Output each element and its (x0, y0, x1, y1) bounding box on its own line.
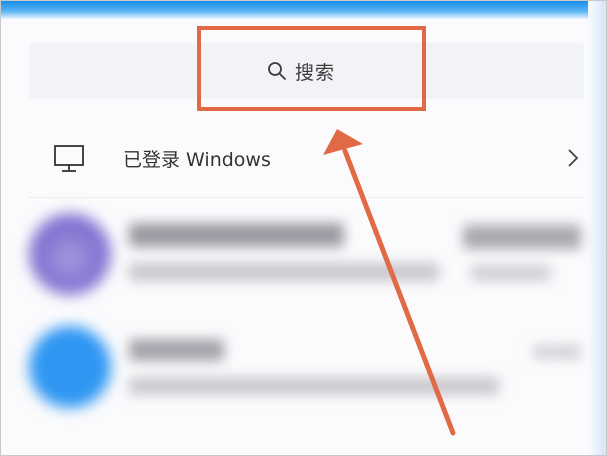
screenshot-frame: 搜索 已登录 Windows (0, 0, 607, 456)
annotation-arrow (323, 129, 456, 436)
